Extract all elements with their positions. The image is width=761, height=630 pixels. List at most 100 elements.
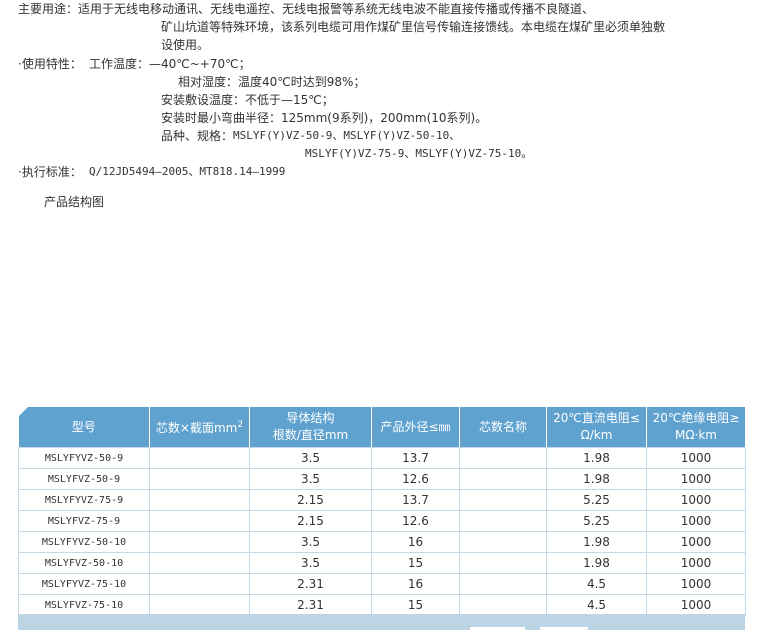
cell-dc-resistance: 1.98 xyxy=(546,531,647,553)
spec-table: 型号 芯数×截面mm2 导体结构 根数/直径mm 产品外径≤㎜ 芯数名称 20℃直… xyxy=(18,407,746,616)
cell-cores-section xyxy=(149,531,250,553)
cell-outer-diameter: 12.6 xyxy=(371,510,460,532)
bend-radius-value: 125mm(9系列)，200mm(10系列)。 xyxy=(281,111,488,125)
cell-insulation-resistance: 1000 xyxy=(646,447,746,469)
table-row: MSLYFYVZ-50-10 3.5 16 1.98 1000 xyxy=(18,531,746,553)
cell-model: MSLYFYVZ-50-9 xyxy=(18,447,150,469)
cell-core-name xyxy=(459,531,547,553)
cell-outer-diameter: 13.7 xyxy=(371,447,460,469)
cell-dc-resistance: 1.98 xyxy=(546,552,647,574)
dc-resistance-line-2: Ω/km xyxy=(580,428,613,442)
models-line-1: MSLYF(Y)VZ-50-9、MSLYF(Y)VZ-50-10、 xyxy=(233,129,461,142)
cell-dc-resistance: 1.98 xyxy=(546,447,647,469)
table-row: MSLYFVZ-50-10 3.5 15 1.98 1000 xyxy=(18,552,746,574)
cell-model: MSLYFVZ-50-9 xyxy=(18,468,150,490)
cell-core-name xyxy=(459,489,547,511)
cell-outer-diameter: 12.6 xyxy=(371,468,460,490)
structure-title: 产品结构图 xyxy=(44,195,105,209)
temp-label: 工作温度： xyxy=(89,57,150,71)
cores-section-text: 芯数×截面mm xyxy=(155,421,238,435)
cell-cores-section xyxy=(149,447,250,469)
models-line-2: MSLYF(Y)VZ-75-9、MSLYF(Y)VZ-75-10。 xyxy=(305,147,533,160)
cell-insulation-resistance: 1000 xyxy=(646,594,746,616)
cell-model: MSLYFVZ-75-10 xyxy=(18,594,150,616)
standard-label: ·执行标准： xyxy=(18,165,82,179)
col-header-insulation-resistance: 20℃绝缘电阻≥ MΩ·km xyxy=(646,407,746,448)
cell-conductor: 2.31 xyxy=(249,573,372,595)
cell-cores-section xyxy=(149,594,250,616)
cell-outer-diameter: 15 xyxy=(371,552,460,574)
cell-cores-section xyxy=(149,573,250,595)
cell-dc-resistance: 5.25 xyxy=(546,489,647,511)
temp-value: —40℃~+70℃； xyxy=(149,57,251,71)
cell-core-name xyxy=(459,447,547,469)
humidity-value: 温度40℃时达到98%； xyxy=(238,75,366,89)
table-row: MSLYFYVZ-75-9 2.15 13.7 5.25 1000 xyxy=(18,489,746,511)
cell-model: MSLYFYVZ-75-9 xyxy=(18,489,150,511)
cell-model: MSLYFYVZ-75-10 xyxy=(18,573,150,595)
cell-core-name xyxy=(459,552,547,574)
cell-model: MSLYFYVZ-50-10 xyxy=(18,531,150,553)
col-header-cores-section: 芯数×截面mm2 xyxy=(149,407,250,448)
table-row: MSLYFVZ-50-9 3.5 12.6 1.98 1000 xyxy=(18,468,746,490)
install-temp-label: 安装敷设温度： xyxy=(161,93,246,107)
cell-dc-resistance: 5.25 xyxy=(546,510,647,532)
humidity-label: 相对湿度： xyxy=(178,75,239,89)
features-label: ·使用特性： xyxy=(18,57,82,71)
usage-line-1: 适用于无线电移动通讯、无线电遥控、无线电报警等系统无线电波不能直接传播或传播不良… xyxy=(78,2,595,16)
cell-insulation-resistance: 1000 xyxy=(646,531,746,553)
cell-cores-section xyxy=(149,489,250,511)
models-label: 品种、规格： xyxy=(161,129,234,143)
cell-core-name xyxy=(459,594,547,616)
cell-dc-resistance: 1.98 xyxy=(546,468,647,490)
cell-dc-resistance: 4.5 xyxy=(546,594,647,616)
cell-core-name xyxy=(459,510,547,532)
table-header-row: 型号 芯数×截面mm2 导体结构 根数/直径mm 产品外径≤㎜ 芯数名称 20℃直… xyxy=(18,407,746,448)
cell-cores-section xyxy=(149,552,250,574)
table-row: MSLYFVZ-75-9 2.15 12.6 5.25 1000 xyxy=(18,510,746,532)
col-header-model: 型号 xyxy=(18,407,150,448)
cell-conductor: 3.5 xyxy=(249,447,372,469)
cell-model: MSLYFVZ-75-9 xyxy=(18,510,150,532)
cell-conductor: 2.31 xyxy=(249,594,372,616)
insulation-line-1: 20℃绝缘电阻≥ xyxy=(652,411,740,425)
standard-value: Q/12JD5494—2005、MT818.14—1999 xyxy=(89,165,286,178)
cell-conductor: 2.15 xyxy=(249,510,372,532)
insulation-line-2: MΩ·km xyxy=(675,428,717,442)
cell-dc-resistance: 4.5 xyxy=(546,573,647,595)
cell-core-name xyxy=(459,573,547,595)
cell-conductor: 2.15 xyxy=(249,489,372,511)
table-row: MSLYFVZ-75-10 2.31 15 4.5 1000 xyxy=(18,594,746,616)
cell-cores-section xyxy=(149,468,250,490)
cell-insulation-resistance: 1000 xyxy=(646,468,746,490)
cell-core-name xyxy=(459,468,547,490)
cell-insulation-resistance: 1000 xyxy=(646,573,746,595)
table-row: MSLYFYVZ-50-9 3.5 13.7 1.98 1000 xyxy=(18,447,746,469)
table-footer-bar xyxy=(18,614,745,630)
cell-conductor: 3.5 xyxy=(249,468,372,490)
table-row: MSLYFYVZ-75-10 2.31 16 4.5 1000 xyxy=(18,573,746,595)
cell-insulation-resistance: 1000 xyxy=(646,552,746,574)
cores-section-sup: 2 xyxy=(237,420,244,430)
usage-line-2: 矿山坑道等特殊环境，该系列电缆可用作煤矿里信号传输连接馈线。本电缆在煤矿里必须单… xyxy=(161,20,666,34)
bend-radius-label: 安装时最小弯曲半径： xyxy=(161,111,282,125)
cell-outer-diameter: 16 xyxy=(371,573,460,595)
cell-model: MSLYFVZ-50-10 xyxy=(18,552,150,574)
table-corner-fold xyxy=(18,407,28,417)
col-header-conductor: 导体结构根数/直径mm xyxy=(249,407,372,448)
col-header-dc-resistance: 20℃直流电阻≤ Ω/km xyxy=(546,407,647,448)
cell-insulation-resistance: 1000 xyxy=(646,489,746,511)
conductor-line-2: 根数/直径mm xyxy=(272,428,349,442)
install-temp-value: 不低于—15℃； xyxy=(245,93,334,107)
conductor-line-1: 导体结构 xyxy=(286,411,335,425)
usage-line-3: 设使用。 xyxy=(161,38,210,52)
cell-conductor: 3.5 xyxy=(249,552,372,574)
cell-insulation-resistance: 1000 xyxy=(646,510,746,532)
cell-outer-diameter: 16 xyxy=(371,531,460,553)
cell-outer-diameter: 15 xyxy=(371,594,460,616)
usage-label: 主要用途： xyxy=(18,2,79,16)
cell-cores-section xyxy=(149,510,250,532)
cell-conductor: 3.5 xyxy=(249,531,372,553)
col-header-core-name: 芯数名称 xyxy=(459,407,547,448)
dc-resistance-line-1: 20℃直流电阻≤ xyxy=(553,411,640,425)
